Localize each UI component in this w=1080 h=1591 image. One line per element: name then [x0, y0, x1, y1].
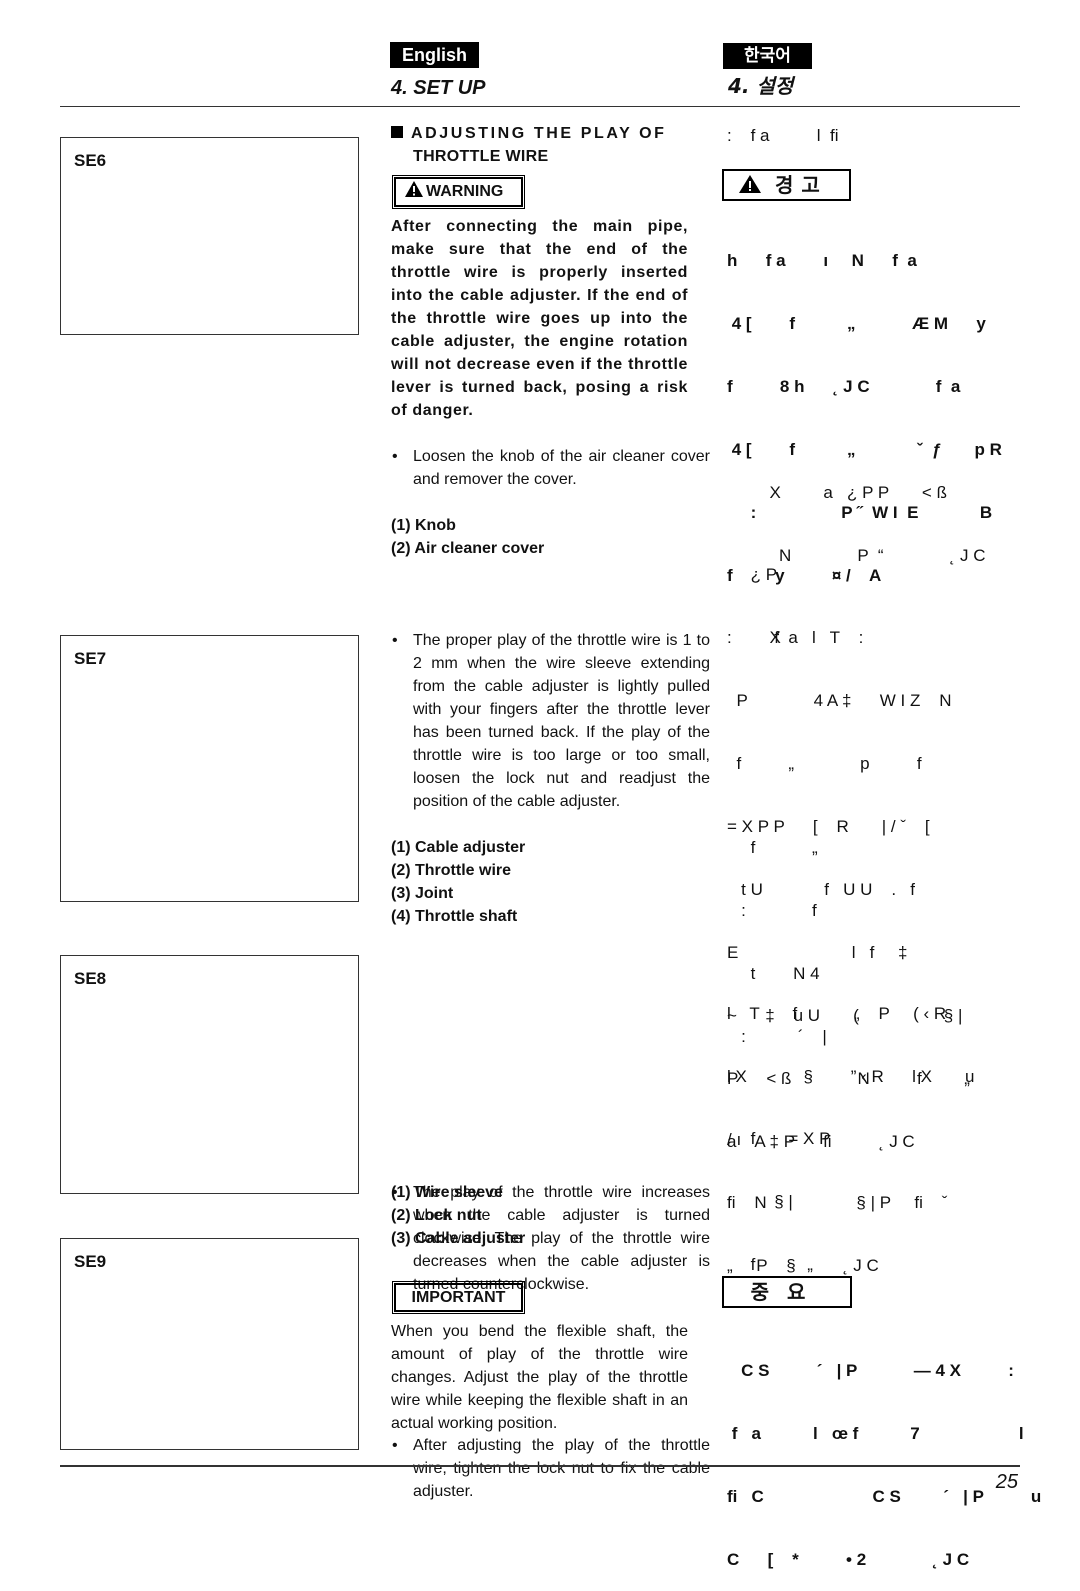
header-divider: [60, 106, 1020, 107]
part-item: (1) Cable adjuster: [391, 839, 526, 856]
important-label: IMPORTANT: [411, 1289, 506, 1306]
text-line: f = X P: [727, 1129, 831, 1148]
figure-se7: SE7: [60, 635, 359, 902]
step-proper-play: The proper play of the throttle wire is …: [391, 629, 710, 813]
page-number: 25: [995, 1471, 1018, 1493]
figure-se9: SE9: [60, 1238, 359, 1450]
part-item: (2) Lock nut: [391, 1207, 482, 1224]
text-line: C [ * • 2 ˛ J C: [727, 1550, 970, 1569]
text-line: f 8 h ˛ J C f a: [727, 377, 961, 396]
text-line: l X § ” ‹ R l X u: [727, 1067, 975, 1086]
important-label-box: IMPORTANT: [392, 1281, 525, 1314]
parts-list-se8-korean: f = X P § | f „: [727, 1086, 1027, 1296]
warning-label-korean: 경고: [774, 173, 828, 197]
warning-triangle-icon: [404, 180, 424, 207]
section-title-korean: 4. 설정: [728, 74, 794, 98]
part-item: (3) Cable adjuster: [391, 1230, 526, 1247]
language-badge-korean: 한국어: [723, 43, 812, 69]
footer-divider: [60, 1465, 1020, 1467]
language-badge-english: English: [390, 42, 479, 68]
square-bullet-icon: [391, 126, 403, 138]
text-line: : f: [727, 901, 817, 920]
figure-label: SE7: [74, 649, 107, 668]
step-tighten-lock-nut: After adjusting the play of the throttle…: [391, 1434, 710, 1503]
text-line: f a l œ f 7 l: [727, 1424, 1024, 1443]
figure-se8: SE8: [60, 955, 359, 1194]
parts-list-se7: (1) Cable adjuster (2) Throttle wire (3)…: [391, 836, 688, 928]
warning-triangle-icon: [738, 173, 775, 197]
text-line: f „: [727, 838, 818, 857]
part-item: (3) Joint: [391, 885, 454, 902]
text-line: C S ´ | P — 4 X :: [727, 1361, 1014, 1380]
part-item: (4) Throttle shaft: [391, 908, 518, 925]
part-item: (2) Air cleaner cover: [391, 540, 545, 557]
text-line: fi C C S ´ | P u: [727, 1487, 1042, 1506]
text-line: ¿ P: [727, 565, 778, 584]
section-title-english: 4. SET UP: [391, 77, 486, 99]
text-line: X a ¿ P P < ß: [727, 483, 947, 502]
important-text: When you bend the flexible shaft, the am…: [391, 1323, 688, 1432]
step-loosen-knob: Loosen the knob of the air cleaner cover…: [391, 445, 710, 491]
figure-se6: SE6: [60, 137, 359, 335]
text-line: : f a l T :: [727, 628, 864, 647]
warning-text: After connecting the main pipe, make sur…: [391, 218, 688, 419]
part-item: (1) Knob: [391, 517, 456, 534]
section-heading-korean: : f a l fi: [727, 126, 839, 145]
text-line: l T f „ P ( ‹ R: [727, 1004, 947, 1023]
warning-label: WARNING: [426, 183, 504, 200]
figure-label: SE9: [74, 1252, 107, 1271]
text-line: f „ p f: [727, 754, 922, 773]
important-label-korean: 중요: [750, 1280, 824, 1304]
part-item: (2) Throttle wire: [391, 862, 512, 879]
important-text-korean: C S ´ | P — 4 X : f a l œ f 7 l fi C C S…: [727, 1318, 1042, 1591]
parts-list-se6: (1) Knob (2) Air cleaner cover: [391, 514, 688, 560]
heading-line-1: ADJUSTING THE PLAY OF: [411, 125, 667, 142]
heading-line-2: THROTTLE WIRE: [413, 148, 549, 165]
text-line: f „: [727, 1255, 813, 1274]
important-label-box-korean: 중요: [722, 1276, 852, 1308]
section-heading-english: ADJUSTING THE PLAY OF THROTTLE WIRE: [391, 122, 688, 168]
figure-label: SE8: [74, 969, 107, 988]
text-line: 4 [ f „ Æ M y: [727, 314, 986, 333]
text-line: P 4 A ‡ W I Z N: [727, 691, 952, 710]
figure-label: SE6: [74, 151, 107, 170]
warning-label-box: WARNING: [392, 175, 525, 209]
part-item: (1) Wire sleeve: [391, 1184, 503, 1201]
text-line: § |: [727, 1192, 793, 1211]
text-line: h f a ı N f a: [727, 251, 917, 270]
parts-list-se8: (1) Wire sleeve (2) Lock nut (3) Cable a…: [391, 1181, 688, 1250]
warning-label-box-korean: 경고: [722, 169, 851, 201]
